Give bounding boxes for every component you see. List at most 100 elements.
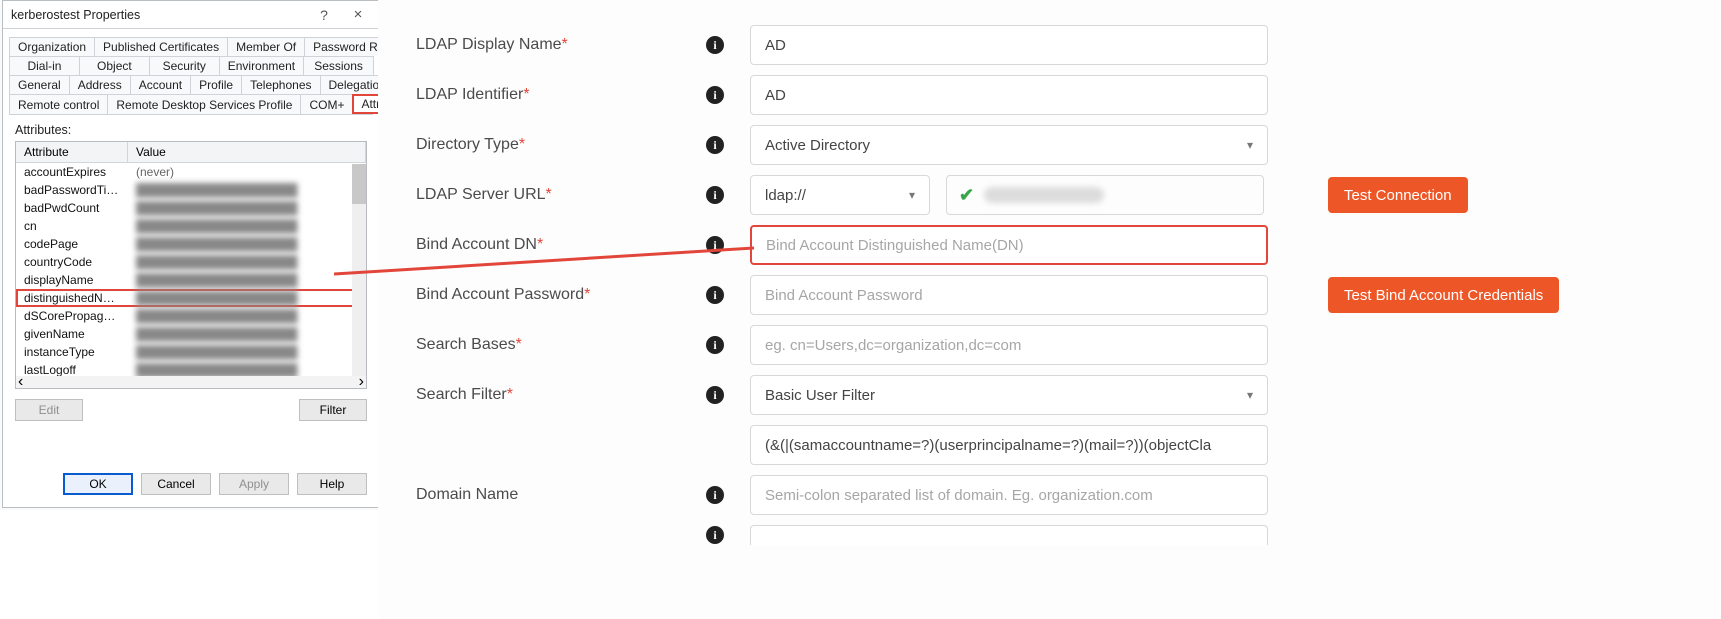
tab-dial-in[interactable]: Dial-in: [9, 56, 80, 75]
attribute-grid: Attribute Value accountExpires(never)bad…: [15, 141, 367, 389]
ldap-display-name-input[interactable]: AD: [750, 25, 1268, 65]
row-extra: i: [378, 520, 1721, 550]
tab-object[interactable]: Object: [79, 56, 150, 75]
attr-value: ███████████████████: [128, 199, 366, 217]
cancel-button[interactable]: Cancel: [141, 473, 211, 495]
attr-name: badPasswordTime: [16, 181, 128, 199]
tab-security[interactable]: Security: [149, 56, 220, 75]
tab-address[interactable]: Address: [69, 75, 131, 94]
ldap-identifier-input[interactable]: AD: [750, 75, 1268, 115]
attr-name: givenName: [16, 325, 128, 343]
info-icon[interactable]: i: [706, 186, 724, 204]
table-row[interactable]: codePage███████████████████: [16, 235, 366, 253]
partial-input[interactable]: [750, 525, 1268, 545]
info-icon[interactable]: i: [706, 36, 724, 54]
attr-value: ███████████████████: [128, 235, 366, 253]
filter-button[interactable]: Filter: [299, 399, 367, 421]
search-bases-input[interactable]: eg. cn=Users,dc=organization,dc=com: [750, 325, 1268, 365]
tab-com-plus[interactable]: COM+: [300, 94, 353, 114]
test-bind-credentials-button[interactable]: Test Bind Account Credentials: [1328, 277, 1559, 313]
check-icon: ✔: [959, 185, 974, 206]
table-row[interactable]: countryCode███████████████████: [16, 253, 366, 271]
vertical-scrollbar[interactable]: [352, 164, 366, 378]
attr-name: instanceType: [16, 343, 128, 361]
apply-button[interactable]: Apply: [219, 473, 289, 495]
table-row[interactable]: badPasswordTime███████████████████: [16, 181, 366, 199]
directory-type-select[interactable]: Active Directory ▾: [750, 125, 1268, 165]
row-filter-string: (&(|(samaccountname=?)(userprincipalname…: [378, 420, 1721, 470]
info-icon[interactable]: i: [706, 136, 724, 154]
close-icon[interactable]: ×: [341, 4, 375, 26]
table-row[interactable]: displayName███████████████████: [16, 271, 366, 289]
info-icon[interactable]: i: [706, 286, 724, 304]
test-connection-button[interactable]: Test Connection: [1328, 177, 1468, 213]
attr-value: ███████████████████: [128, 217, 366, 235]
scroll-left-icon[interactable]: ‹: [18, 373, 23, 389]
attr-name: distinguishedName: [16, 289, 128, 307]
ldap-host-input[interactable]: ✔: [946, 175, 1264, 215]
col-value[interactable]: Value: [128, 142, 366, 162]
table-row[interactable]: givenName███████████████████: [16, 325, 366, 343]
attr-name: countryCode: [16, 253, 128, 271]
table-row[interactable]: dSCorePropagationD...███████████████████: [16, 307, 366, 325]
row-bind-account-password: Bind Account Password* i Bind Account Pa…: [378, 270, 1721, 320]
col-attribute[interactable]: Attribute: [16, 142, 128, 162]
tab-general[interactable]: General: [9, 75, 70, 94]
info-icon[interactable]: i: [706, 526, 724, 544]
label-ldap-identifier: LDAP Identifier*: [416, 86, 530, 104]
masked-host: [984, 187, 1104, 203]
search-filter-select[interactable]: Basic User Filter ▾: [750, 375, 1268, 415]
horizontal-scrollbar[interactable]: ‹ ›: [16, 376, 366, 388]
tab-organization[interactable]: Organization: [9, 37, 95, 56]
table-row[interactable]: instanceType███████████████████: [16, 343, 366, 361]
bind-account-dn-input[interactable]: Bind Account Distinguished Name(DN): [750, 225, 1268, 265]
search-filter-value: Basic User Filter: [765, 387, 875, 404]
table-row[interactable]: lastLogoff███████████████████: [16, 361, 366, 377]
info-icon[interactable]: i: [706, 486, 724, 504]
attr-value: ███████████████████: [128, 253, 366, 271]
scroll-thumb[interactable]: [352, 164, 366, 204]
info-icon[interactable]: i: [706, 386, 724, 404]
help-button[interactable]: Help: [297, 473, 367, 495]
info-icon[interactable]: i: [706, 236, 724, 254]
ldap-protocol-select[interactable]: ldap:// ▾: [750, 175, 930, 215]
chevron-down-icon: ▾: [1247, 388, 1253, 402]
label-ldap-server-url: LDAP Server URL*: [416, 186, 552, 204]
table-row[interactable]: distinguishedName███████████████████: [16, 289, 366, 307]
row-ldap-server-url: LDAP Server URL* i ldap:// ▾ ✔ Test Conn…: [378, 170, 1721, 220]
attribute-grid-header: Attribute Value: [16, 142, 366, 163]
tab-published-certificates[interactable]: Published Certificates: [94, 37, 228, 56]
chevron-down-icon: ▾: [1247, 138, 1253, 152]
tab-environment[interactable]: Environment: [219, 56, 304, 75]
ok-button[interactable]: OK: [63, 473, 133, 495]
tab-remote-control[interactable]: Remote control: [9, 94, 108, 114]
tab-member-of[interactable]: Member Of: [227, 37, 305, 56]
scroll-right-icon[interactable]: ›: [359, 373, 364, 389]
tab-profile[interactable]: Profile: [190, 75, 242, 94]
attr-name: lastLogoff: [16, 361, 128, 377]
info-icon[interactable]: i: [706, 336, 724, 354]
edit-button[interactable]: Edit: [15, 399, 83, 421]
tab-telephones[interactable]: Telephones: [241, 75, 320, 94]
filter-string-input[interactable]: (&(|(samaccountname=?)(userprincipalname…: [750, 425, 1268, 465]
domain-name-input[interactable]: Semi-colon separated list of domain. Eg.…: [750, 475, 1268, 515]
attr-name: codePage: [16, 235, 128, 253]
help-icon[interactable]: ?: [307, 4, 341, 26]
attr-value: ███████████████████: [128, 361, 366, 377]
table-row[interactable]: cn███████████████████: [16, 217, 366, 235]
row-ldap-display-name: LDAP Display Name* i AD: [378, 20, 1721, 70]
row-domain-name: Domain Name i Semi-colon separated list …: [378, 470, 1721, 520]
info-icon[interactable]: i: [706, 86, 724, 104]
ldap-config-form: LDAP Display Name* i AD LDAP Identifier*…: [378, 0, 1721, 619]
table-row[interactable]: accountExpires(never): [16, 163, 366, 181]
label-bind-account-password: Bind Account Password*: [416, 286, 590, 304]
row-bind-account-dn: Bind Account DN* i Bind Account Distingu…: [378, 220, 1721, 270]
row-search-filter: Search Filter* i Basic User Filter ▾: [378, 370, 1721, 420]
label-search-bases: Search Bases*: [416, 336, 522, 354]
bind-account-password-input[interactable]: Bind Account Password: [750, 275, 1268, 315]
tab-account[interactable]: Account: [130, 75, 191, 94]
table-row[interactable]: badPwdCount███████████████████: [16, 199, 366, 217]
tab-sessions[interactable]: Sessions: [303, 56, 374, 75]
tab-rds-profile[interactable]: Remote Desktop Services Profile: [107, 94, 301, 114]
attr-value: ███████████████████: [128, 343, 366, 361]
